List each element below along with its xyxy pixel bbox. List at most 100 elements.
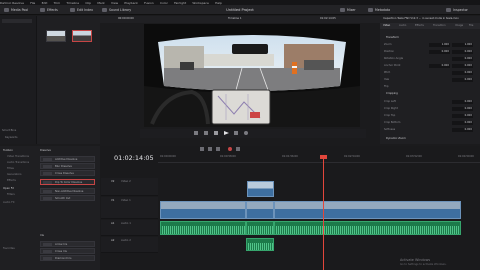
metadata-icon (368, 8, 373, 12)
record-timecode: 01:02:14:05 (320, 17, 336, 20)
clip-thumbnail-selected[interactable] (72, 30, 92, 42)
timeline-ruler[interactable]: 01:00:00:00 01:00:58:00 01:01:56:00 01:0… (158, 155, 480, 163)
inspector-icon (446, 8, 451, 12)
tab-image[interactable]: Image (455, 24, 463, 27)
favorites-item[interactable]: Favorites (0, 246, 15, 252)
activate-windows-title: Activate Windows (400, 258, 431, 262)
audio-clip-a2[interactable] (246, 238, 274, 251)
inspector-tabs: Video Audio Effects Transition Image Fil… (380, 23, 480, 29)
zoom-row: Zoom 1.000 1.000 (384, 42, 473, 47)
project-title: Untitled Project (226, 8, 254, 12)
effect-diamond-iris[interactable]: Diamond Iris (40, 255, 95, 261)
audio-clip-a1-a[interactable] (160, 221, 246, 235)
cropping-section[interactable]: Cropping (386, 92, 398, 95)
rotation-field[interactable]: 0.000 (452, 56, 473, 61)
selection-tool-icon[interactable] (200, 147, 204, 151)
video-clip-v1-b[interactable] (246, 201, 274, 219)
audio-clip-a1-c[interactable] (274, 221, 461, 235)
crop-top-field[interactable]: 0.000 (452, 113, 473, 118)
tab-audio[interactable]: Audio (399, 24, 406, 27)
loop-icon[interactable] (244, 131, 248, 135)
crop-right-field[interactable]: 0.000 (452, 106, 473, 111)
link-icon[interactable] (236, 147, 240, 151)
effect-blur-dissolve[interactable]: Blur Dissolve (40, 163, 95, 169)
zoom-x-field[interactable]: 1.000 (429, 42, 450, 47)
effect-arrow-iris[interactable]: Arrow Iris (40, 241, 95, 247)
play-icon[interactable] (224, 130, 229, 135)
tab-effects[interactable]: Effects (415, 24, 424, 27)
tab-transition[interactable]: Transition (433, 24, 446, 27)
transition-icon (43, 243, 52, 246)
yaw-field[interactable]: 0.000 (452, 77, 473, 82)
position-x-field[interactable]: 0.000 (429, 49, 450, 54)
video-clip-v1-c[interactable] (274, 201, 461, 219)
mixer-button[interactable]: Mixer (340, 7, 362, 14)
softness-field[interactable]: 0.000 (452, 127, 473, 132)
edit-index-icon (70, 8, 75, 12)
crop-left-field[interactable]: 0.000 (452, 99, 473, 104)
keywords-label[interactable]: Keywords (5, 136, 17, 139)
filters-item[interactable]: Filters (4, 192, 15, 198)
video-viewer[interactable] (144, 24, 360, 127)
edit-index-button[interactable]: Edit Index (70, 7, 100, 14)
transform-section[interactable]: Transform (386, 36, 399, 39)
audio-clip-a1-b[interactable] (246, 221, 274, 235)
skip-forward-icon[interactable] (234, 131, 238, 135)
transition-icon (43, 257, 52, 260)
anchor-row: Anchor Point 0.000 0.000 (384, 63, 473, 68)
tab-file[interactable]: File (469, 24, 473, 27)
inspector-button[interactable]: Inspector (446, 7, 478, 14)
effect-additive-dissolve[interactable]: Additive Dissolve (40, 156, 95, 162)
smart-bins-label: Smart Bins (2, 129, 17, 132)
effect-dip-to-color[interactable]: Dip To Color Dissolve (40, 179, 95, 185)
transport-controls (140, 129, 366, 138)
crop-bottom-field[interactable]: 0.000 (452, 120, 473, 125)
effect-smooth-cut[interactable]: Smooth Cut (40, 195, 95, 201)
track-header-a1[interactable]: A1 Audio 1 (101, 220, 158, 236)
softness-row: Softness 0.000 (384, 127, 473, 132)
ruler-label: 01:00:00:00 (160, 155, 176, 158)
rotation-row: Rotation Angle 0.000 (384, 56, 473, 61)
dynamic-zoom-section[interactable]: Dynamic Zoom (386, 137, 406, 140)
metadata-button[interactable]: Metadata (368, 7, 398, 14)
audio-waveform (276, 226, 460, 234)
track-header-v2[interactable]: V2 Video 2 (101, 178, 158, 196)
audiofx-item[interactable]: Audio FX (0, 200, 14, 206)
stop-icon[interactable] (214, 131, 218, 135)
ruler-label: 01:03:52:00 (406, 155, 422, 158)
video-clip-v2[interactable] (247, 181, 274, 197)
effects-icon (40, 8, 45, 12)
play-reverse-icon[interactable] (204, 131, 208, 135)
master-bin[interactable] (2, 19, 32, 23)
track-header-a2[interactable]: A2 Audio 2 (101, 237, 158, 253)
crop-bottom-row: Crop Bottom 0.000 (384, 120, 473, 125)
media-pool-button[interactable]: Media Pool (4, 7, 36, 14)
snapping-icon[interactable] (228, 147, 232, 151)
anchor-x-field[interactable]: 0.000 (429, 63, 450, 68)
sound-library-icon (102, 8, 107, 12)
tab-video[interactable]: Video (383, 24, 390, 27)
flip-row: Flip (384, 85, 389, 88)
dissolve-group-label: Dissolve (40, 149, 51, 152)
playhead[interactable] (323, 155, 324, 270)
effect-cross-dissolve[interactable]: Cross Dissolve (40, 170, 95, 176)
blade-tool-icon[interactable] (216, 147, 220, 151)
trim-tool-icon[interactable] (208, 147, 212, 151)
pitch-field[interactable]: 0.000 (452, 70, 473, 75)
position-y-field[interactable]: 0.000 (452, 49, 473, 54)
video-clip-v1-a[interactable] (160, 201, 246, 219)
anchor-y-field[interactable]: 0.000 (452, 63, 473, 68)
transition-icon (43, 172, 52, 175)
track-header-v1[interactable]: V1 Video 1 (101, 197, 158, 219)
zoom-y-field[interactable]: 1.000 (452, 42, 473, 47)
transition-icon (43, 158, 52, 161)
sound-library-button[interactable]: Sound Library (102, 7, 138, 14)
effects-item[interactable]: Effects (4, 178, 16, 184)
effect-cross-iris[interactable]: Cross Iris (40, 248, 95, 254)
clip-thumbnail[interactable] (46, 30, 66, 42)
timeline-name[interactable]: Timeline 1 (228, 17, 242, 20)
skip-back-icon[interactable] (194, 131, 198, 135)
playhead-handle[interactable] (320, 155, 327, 159)
effects-button[interactable]: Effects (40, 7, 68, 14)
effect-non-additive-dissolve[interactable]: Non-Additive Dissolve (40, 188, 95, 194)
